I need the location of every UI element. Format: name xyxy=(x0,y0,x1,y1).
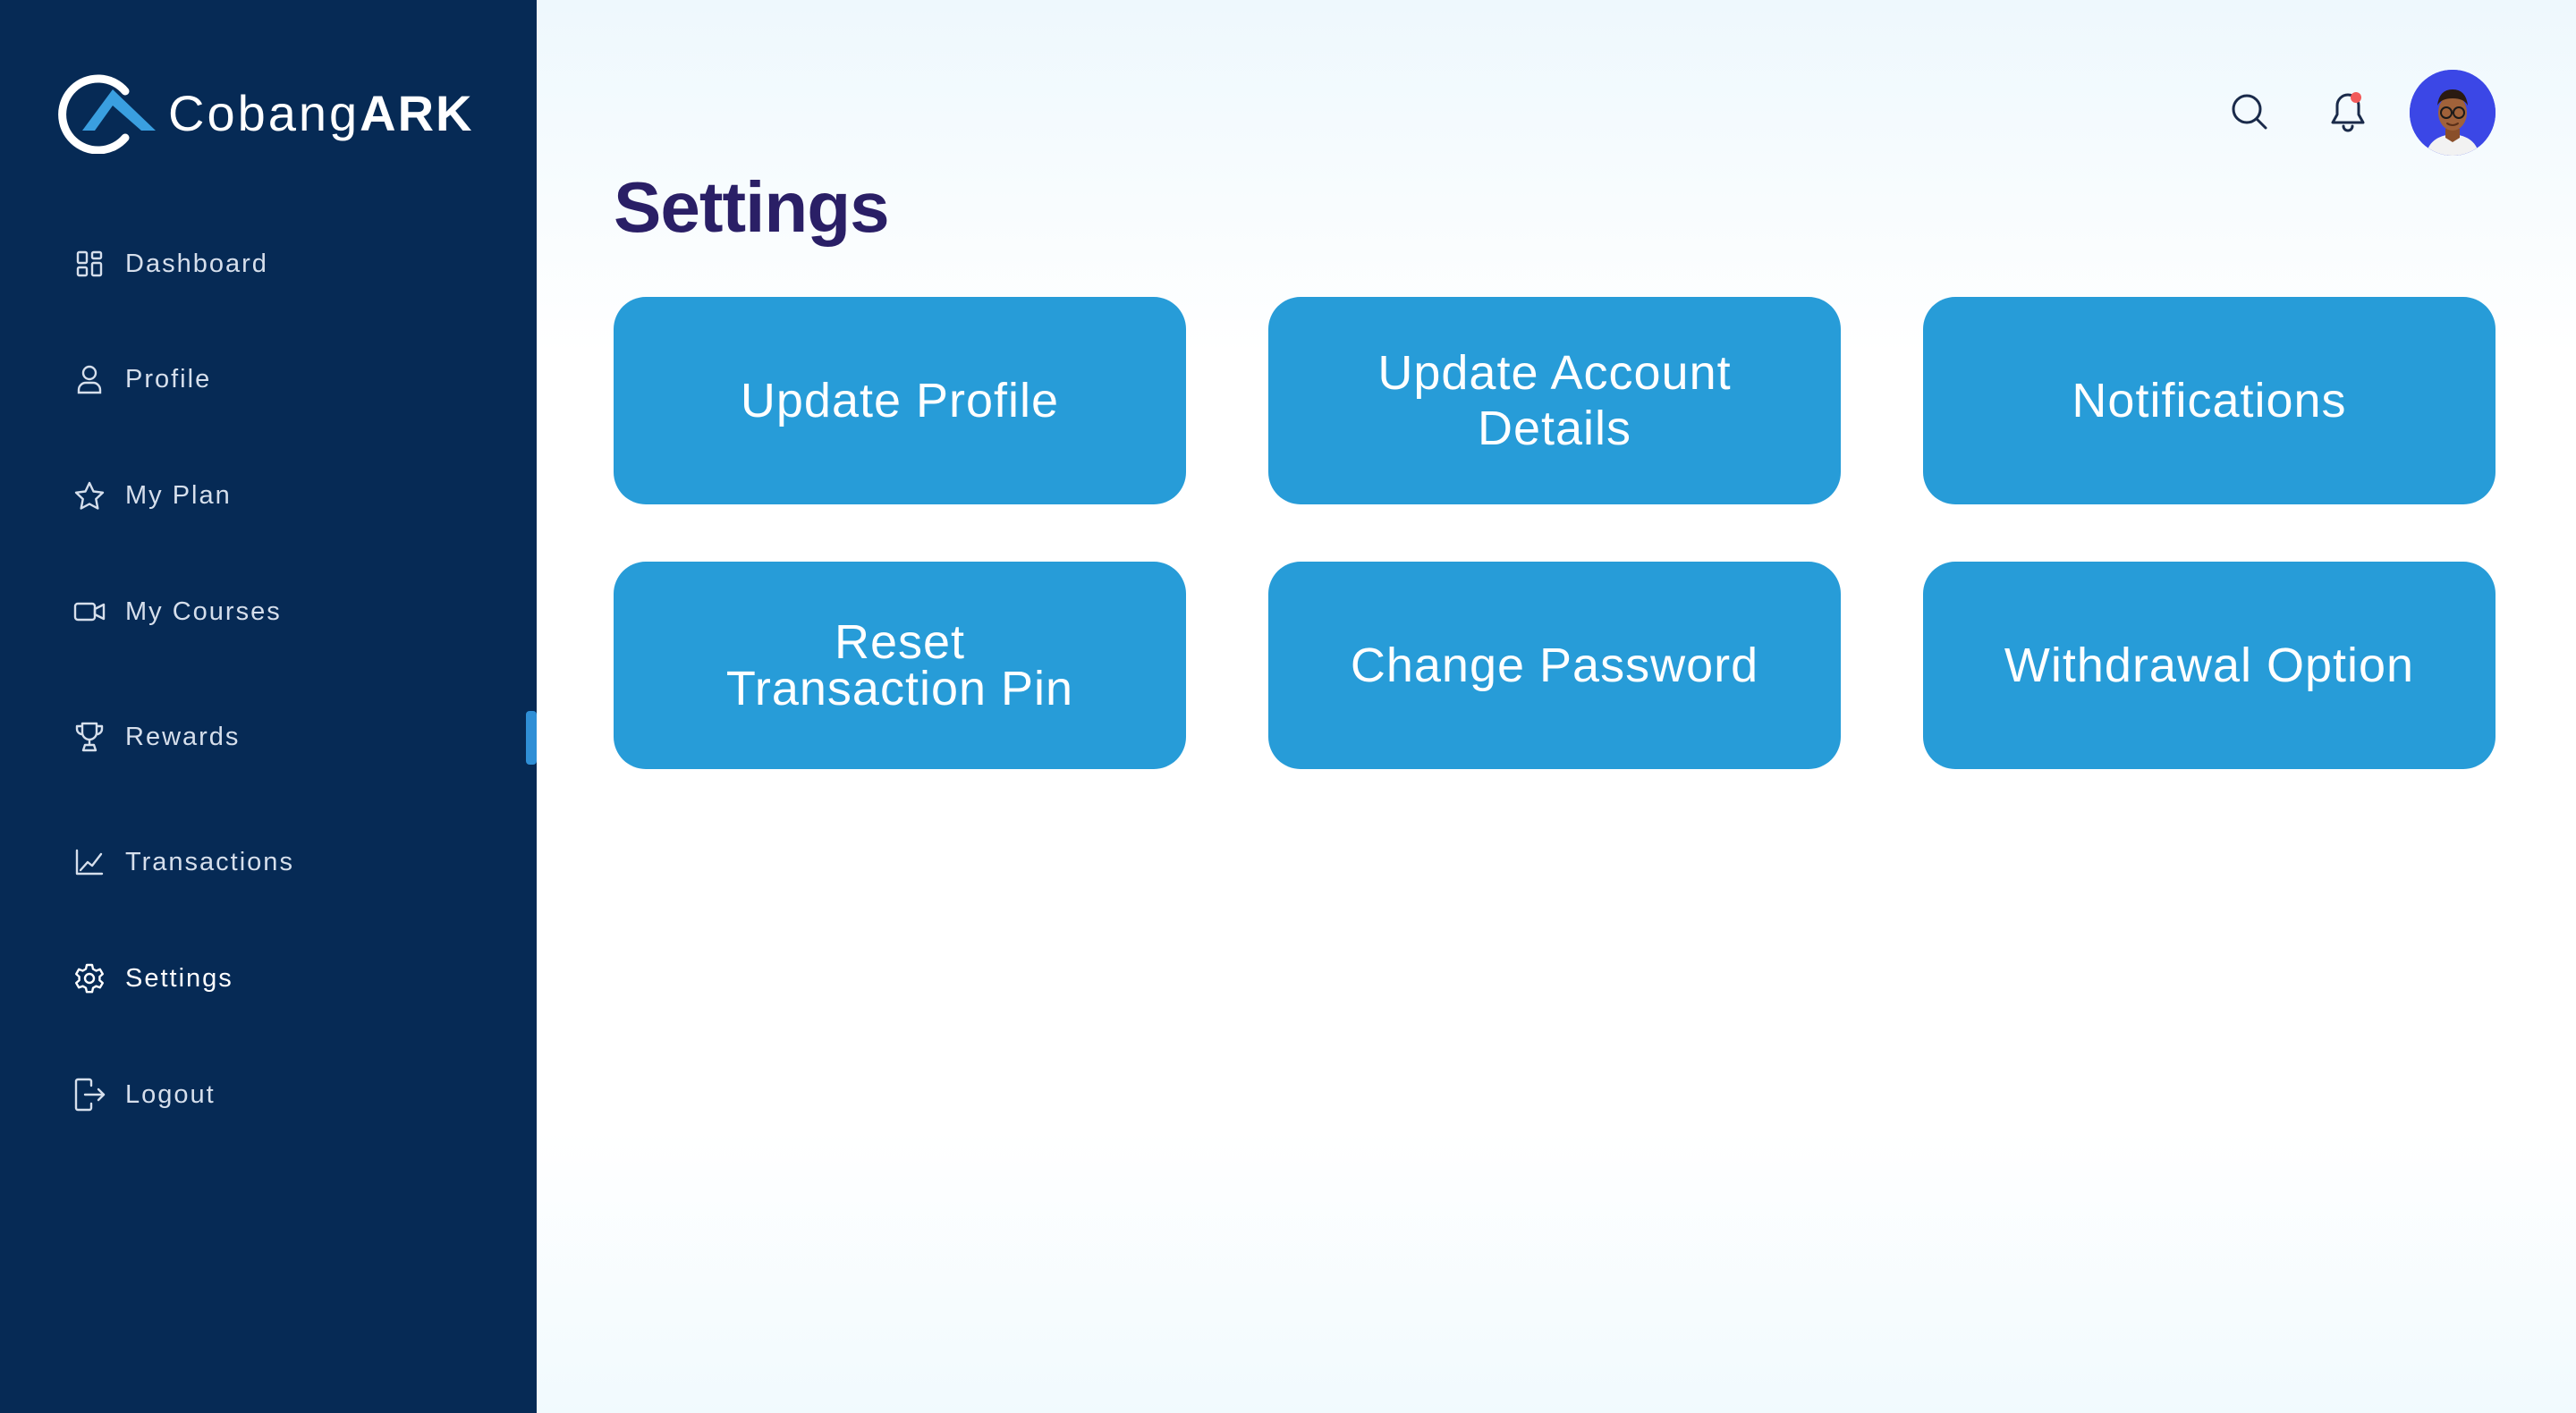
dashboard-grid-icon xyxy=(72,246,107,282)
main-content: Settings Update Profile Update Account D… xyxy=(537,0,2576,1413)
sidebar-item-label: Rewards xyxy=(125,722,241,751)
brand-logo[interactable]: CobangARK xyxy=(55,72,474,154)
notifications-button[interactable] xyxy=(2326,88,2370,136)
card-label: Change Password xyxy=(1350,639,1759,692)
withdrawal-option-button[interactable]: Withdrawal Option xyxy=(1923,562,2496,769)
sidebar-item-label: Logout xyxy=(125,1079,216,1109)
video-camera-icon xyxy=(72,594,107,630)
sidebar-item-logout[interactable]: Logout xyxy=(72,1068,216,1121)
notifications-settings-button[interactable]: Notifications xyxy=(1923,297,2496,504)
card-label: Update Profile xyxy=(740,374,1060,427)
sidebar-item-label: My Plan xyxy=(125,480,232,510)
update-profile-button[interactable]: Update Profile xyxy=(614,297,1186,504)
user-avatar[interactable] xyxy=(2410,70,2496,156)
cobangark-logo-icon xyxy=(58,74,156,154)
sidebar-item-dashboard[interactable]: Dashboard xyxy=(72,237,268,291)
sidebar-scroll-indicator[interactable] xyxy=(526,711,537,765)
line-chart-icon xyxy=(72,844,107,880)
sidebar-item-my-plan[interactable]: My Plan xyxy=(72,469,232,522)
avatar-icon xyxy=(2410,70,2496,156)
sidebar-item-my-courses[interactable]: My Courses xyxy=(72,585,282,639)
card-label: Update Account Details xyxy=(1377,346,1732,455)
reset-transaction-pin-button[interactable]: Reset Transaction Pin xyxy=(614,562,1186,769)
update-account-details-button[interactable]: Update Account Details xyxy=(1268,297,1841,504)
sidebar-item-settings[interactable]: Settings xyxy=(72,952,233,1005)
sidebar-item-transactions[interactable]: Transactions xyxy=(72,835,294,889)
search-button[interactable] xyxy=(2227,89,2272,134)
trophy-icon xyxy=(72,719,107,755)
logout-icon xyxy=(72,1077,107,1113)
card-label: Notifications xyxy=(2072,374,2347,427)
sidebar-item-label: Settings xyxy=(125,963,233,993)
sidebar-item-profile[interactable]: Profile xyxy=(72,352,211,406)
sidebar-item-label: Profile xyxy=(125,364,212,393)
sidebar-item-label: Dashboard xyxy=(125,249,268,278)
sidebar-item-label: My Courses xyxy=(125,597,282,626)
user-icon xyxy=(72,361,107,397)
star-icon xyxy=(72,478,107,513)
card-label: Reset Transaction Pin xyxy=(725,615,1074,715)
notification-dot xyxy=(2351,92,2361,103)
brand-name: CobangARK xyxy=(168,84,474,141)
sidebar-item-label: Transactions xyxy=(125,847,294,876)
card-label: Withdrawal Option xyxy=(2004,639,2415,692)
search-icon xyxy=(2232,94,2267,130)
sidebar: CobangARK Dashboard Profile My Plan My C… xyxy=(0,0,537,1413)
bell-icon xyxy=(2331,92,2365,132)
change-password-button[interactable]: Change Password xyxy=(1268,562,1841,769)
page-title: Settings xyxy=(614,167,890,247)
sidebar-item-rewards[interactable]: Rewards xyxy=(72,710,240,764)
gear-icon xyxy=(72,960,107,996)
